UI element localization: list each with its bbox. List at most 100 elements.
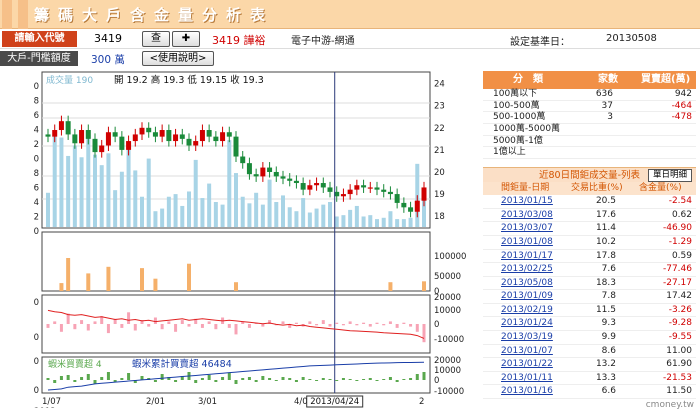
panel3-bar bbox=[200, 324, 204, 328]
recent-ratio: 11.4 bbox=[595, 223, 616, 234]
title-stripe bbox=[2, 0, 12, 29]
recent-ratio: 7.8 bbox=[601, 291, 616, 302]
panel4-bar bbox=[247, 377, 251, 380]
volume-bar bbox=[388, 211, 393, 227]
recent-date-link[interactable]: 2013/02/25 bbox=[501, 263, 553, 276]
recent-row: 2013/03/19 9.9 -9.55 bbox=[483, 331, 696, 345]
price-tick-label: 24 bbox=[434, 80, 445, 90]
base-date-label: 設定基準日： bbox=[510, 37, 570, 48]
cursor-date-label: 2013/04/24 bbox=[310, 397, 359, 407]
panel3-bar bbox=[335, 322, 339, 324]
panel4-bar bbox=[294, 380, 298, 382]
panel3-bar bbox=[368, 324, 372, 327]
panel3-bar bbox=[160, 324, 164, 330]
volume-bar bbox=[46, 192, 50, 227]
panel3-bar bbox=[395, 324, 399, 328]
recent-date-link[interactable]: 2013/01/15 bbox=[501, 195, 553, 208]
price-tick-label: 22 bbox=[434, 124, 445, 134]
candle-body bbox=[52, 130, 58, 137]
page-root: 籌碼大戶含金量分析表 請輸入代號 3419 查 ✚ 3419 譁裕 電子中游-網… bbox=[0, 0, 700, 412]
panel3-bar bbox=[382, 324, 386, 326]
x-year-label: 2013 bbox=[34, 407, 56, 408]
recent-gold: -9.28 bbox=[668, 318, 692, 329]
recent-date-link[interactable]: 2013/01/17 bbox=[501, 250, 553, 263]
volume-bar bbox=[408, 217, 413, 227]
panel4-bar bbox=[86, 374, 90, 380]
volume-bar bbox=[220, 204, 225, 227]
panel3-bar bbox=[80, 320, 84, 324]
recent-date-link[interactable]: 2013/01/16 bbox=[501, 385, 553, 398]
recent-gold: 11.00 bbox=[666, 345, 692, 356]
recent-date-link[interactable]: 2013/01/08 bbox=[501, 236, 553, 249]
volume-tick-label: 11020 bbox=[34, 82, 39, 92]
summary-category: 500-1000萬 bbox=[493, 112, 546, 123]
volume-bar bbox=[294, 211, 299, 227]
recent-gold: 0.59 bbox=[671, 250, 692, 261]
recent-date-link[interactable]: 2013/03/19 bbox=[501, 331, 553, 344]
recent-ratio: 6.6 bbox=[601, 386, 616, 397]
volume-bar bbox=[93, 154, 97, 227]
recent-date-link[interactable]: 2013/03/08 bbox=[501, 209, 553, 222]
candle-body bbox=[99, 145, 105, 153]
panel3-bar bbox=[187, 324, 191, 327]
summary-header: 分 類 家數 買賣超(萬) bbox=[483, 71, 696, 89]
panel4-bar bbox=[106, 372, 110, 380]
stock-code-input[interactable]: 3419 bbox=[80, 31, 140, 47]
chart-area: 1102099188816771466125510440833062204110… bbox=[9, 71, 480, 412]
candle-body bbox=[45, 134, 51, 137]
threshold-value[interactable]: 300 萬 bbox=[91, 52, 125, 67]
candle-body bbox=[253, 174, 259, 177]
panel4-bar bbox=[368, 378, 372, 380]
panel2-tick-label: 100000 bbox=[434, 252, 466, 262]
volume-bar bbox=[260, 204, 265, 227]
recent-date-link[interactable]: 2013/05/08 bbox=[501, 277, 553, 290]
panel4-bar bbox=[315, 380, 319, 381]
panel3-bar bbox=[214, 324, 218, 330]
title-bar: 籌碼大戶含金量分析表 bbox=[0, 0, 700, 29]
candle-body bbox=[421, 187, 427, 201]
recent-date-link[interactable]: 2013/01/11 bbox=[501, 372, 553, 385]
panel2-bar bbox=[86, 273, 91, 291]
chart-svg: 1102099188816771466125510440833062204110… bbox=[9, 71, 466, 412]
recent-date-link[interactable]: 2013/01/24 bbox=[501, 317, 553, 330]
candle-body bbox=[381, 189, 387, 192]
recent-date-link[interactable]: 2013/03/07 bbox=[501, 222, 553, 235]
volume-bar bbox=[341, 215, 346, 227]
volume-bar bbox=[381, 217, 386, 227]
panel2-bar bbox=[106, 266, 111, 291]
candle-body bbox=[246, 163, 252, 175]
panel2-bar bbox=[66, 258, 71, 291]
candle-body bbox=[179, 134, 185, 139]
panel3-left-tick: -50000 bbox=[34, 333, 39, 343]
panel3-bar bbox=[328, 324, 332, 327]
volume-tick-label: 7714 bbox=[34, 126, 39, 136]
detail-button[interactable]: 單日明細 bbox=[647, 169, 692, 183]
add-button[interactable]: ✚ bbox=[172, 31, 200, 47]
recent-date-link[interactable]: 2013/02/19 bbox=[501, 304, 553, 317]
panel3-bar bbox=[120, 324, 124, 328]
panel4-bar bbox=[174, 380, 178, 382]
help-button[interactable]: <使用說明> bbox=[142, 51, 214, 66]
volume-bar bbox=[180, 205, 185, 227]
recent-gold: 17.42 bbox=[666, 291, 692, 302]
recent-date-link[interactable]: 2013/01/22 bbox=[501, 358, 553, 371]
candle-body bbox=[65, 121, 71, 135]
panel3-bar bbox=[281, 321, 285, 324]
recent-ratio: 13.2 bbox=[595, 359, 616, 370]
recent-gold: -46.90 bbox=[662, 223, 692, 234]
recent-row: 2013/01/22 13.2 61.90 bbox=[483, 358, 696, 372]
volume-bar bbox=[368, 215, 373, 227]
query-button[interactable]: 查 bbox=[142, 31, 170, 47]
volume-bar bbox=[99, 165, 104, 227]
candle-body bbox=[126, 141, 132, 150]
recent-row: 2013/03/07 11.4 -46.90 bbox=[483, 222, 696, 236]
volume-bar bbox=[160, 208, 165, 227]
recent-ratio: 11.5 bbox=[595, 304, 616, 315]
recent-row: 2013/01/08 10.2 -1.29 bbox=[483, 236, 696, 250]
candle-body bbox=[320, 183, 326, 188]
panel3-right-tick: 10000 bbox=[434, 306, 461, 316]
recent-date-link[interactable]: 2013/01/07 bbox=[501, 345, 553, 358]
summary-net: -464 bbox=[671, 100, 692, 111]
recent-date-link[interactable]: 2013/01/09 bbox=[501, 290, 553, 303]
candle-body bbox=[58, 121, 64, 131]
